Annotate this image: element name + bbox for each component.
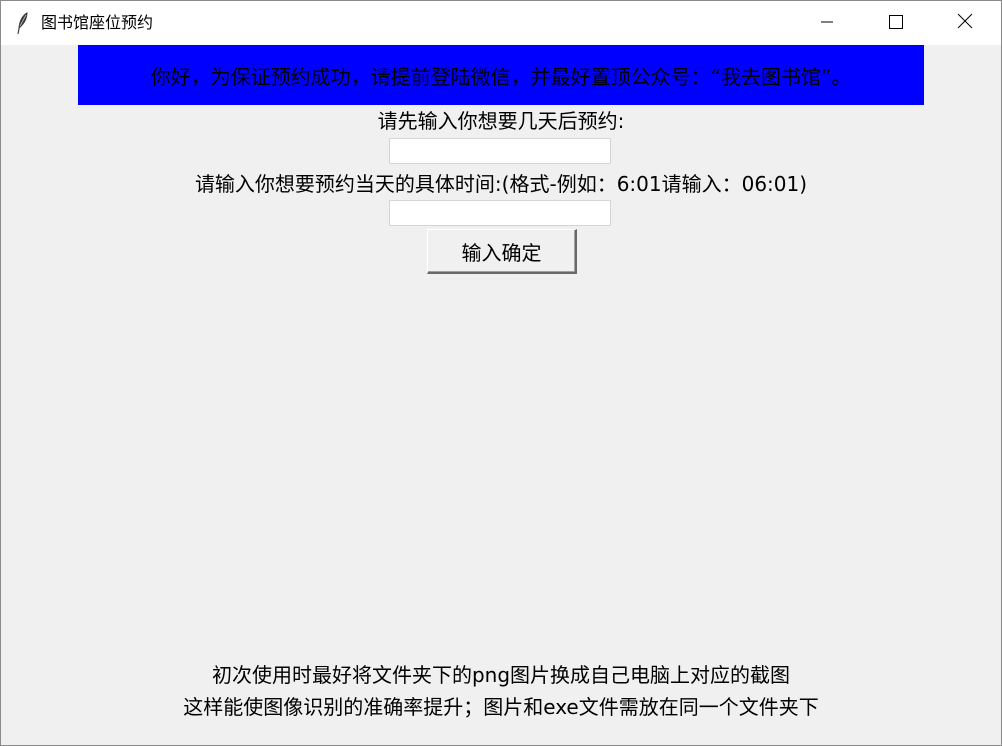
minimize-button[interactable]: [804, 1, 850, 45]
maximize-icon: [889, 14, 903, 33]
notice-banner-text: 你好，为保证预约成功，请提前登陆微信，并最好置顶公众号：“我去图书馆”。: [150, 64, 852, 89]
time-input[interactable]: [389, 200, 611, 226]
feather-icon: [15, 11, 31, 35]
notice-banner: 你好，为保证预约成功，请提前登陆微信，并最好置顶公众号：“我去图书馆”。: [78, 45, 924, 105]
window-title: 图书馆座位预约: [41, 13, 154, 32]
title-bar[interactable]: 图书馆座位预约: [1, 1, 1001, 45]
days-input[interactable]: [389, 138, 611, 164]
app-window: 图书馆座位预约 你好，为保证预约成功，请提前登陆微信，并最好置顶公众号：“我去图…: [0, 0, 1002, 746]
days-label: 请先输入你想要几天后预约:: [377, 109, 625, 133]
usage-note-line2: 这样能使图像识别的准确率提升；图片和exe文件需放在同一个文件夹下: [183, 695, 819, 719]
minimize-icon: [820, 14, 834, 33]
time-label: 请输入你想要预约当天的具体时间:(格式-例如：6:01请输入：06:01): [194, 172, 808, 196]
maximize-button[interactable]: [873, 1, 919, 45]
confirm-button[interactable]: 输入确定: [427, 229, 577, 274]
close-icon: [957, 13, 973, 33]
close-button[interactable]: [942, 1, 988, 45]
main-content: 你好，为保证预约成功，请提前登陆微信，并最好置顶公众号：“我去图书馆”。 请先输…: [1, 45, 1001, 745]
usage-note-line1: 初次使用时最好将文件夹下的png图片换成自己电脑上对应的截图: [211, 663, 791, 687]
